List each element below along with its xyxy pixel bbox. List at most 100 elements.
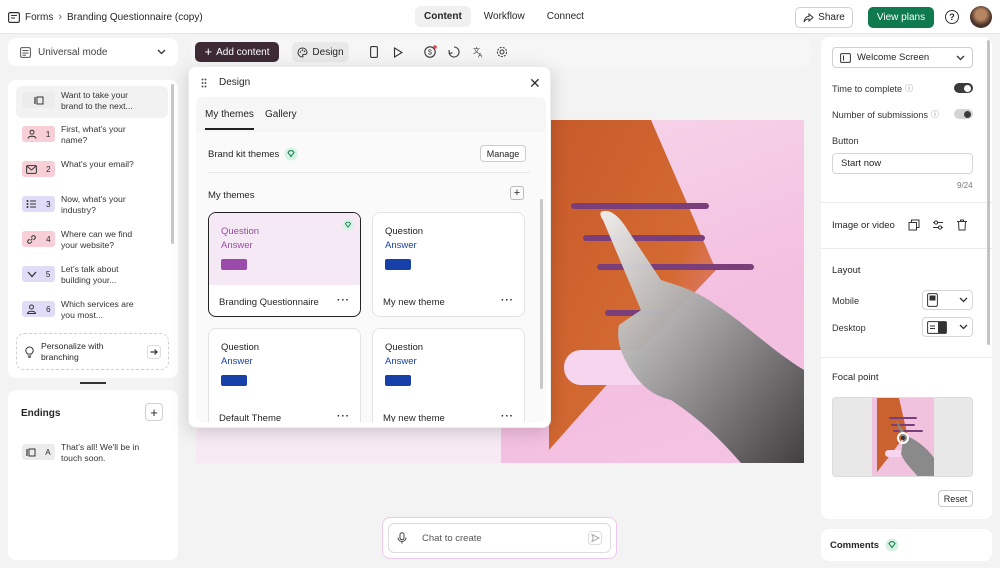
submissions-toggle[interactable] xyxy=(954,109,973,119)
chevron-down-icon xyxy=(157,49,166,55)
more-options-icon[interactable]: ··· xyxy=(501,295,514,306)
tab-connect[interactable]: Connect xyxy=(538,6,593,27)
mobile-preview-icon[interactable] xyxy=(366,44,382,60)
diamond-icon xyxy=(885,538,899,552)
microphone-icon[interactable] xyxy=(397,532,407,544)
theme-card[interactable]: Question Answer My new theme ··· xyxy=(372,328,525,422)
comments-label: Comments xyxy=(830,539,880,551)
divider xyxy=(208,172,530,173)
mode-selector[interactable]: Universal mode xyxy=(8,38,178,66)
divider xyxy=(821,202,992,203)
mobile-label: Mobile xyxy=(832,296,860,306)
translate-icon[interactable]: 文A xyxy=(470,44,486,60)
question-badge: 6 xyxy=(22,301,55,317)
theme-question-sample: Question xyxy=(221,342,260,353)
close-icon[interactable]: ✕ xyxy=(529,75,541,92)
add-theme-button[interactable]: + xyxy=(510,186,524,200)
ending-item[interactable]: A That's all! We'll be in touch soon. xyxy=(16,438,168,470)
comments-panel[interactable]: Comments xyxy=(821,529,992,561)
add-content-button[interactable]: + Add content xyxy=(195,42,279,62)
focal-point-picker[interactable] xyxy=(832,397,973,477)
ending-badge: A xyxy=(22,444,55,460)
send-icon[interactable] xyxy=(588,531,602,545)
desktop-layout-select[interactable] xyxy=(922,317,973,337)
theme-card[interactable]: Question Answer Default Theme ··· xyxy=(208,328,361,422)
panel-resize-handle[interactable] xyxy=(80,382,106,384)
theme-question-sample: Question xyxy=(385,226,424,237)
manage-button[interactable]: Manage xyxy=(480,145,526,162)
forms-icon[interactable] xyxy=(8,11,20,23)
view-plans-button[interactable]: View plans xyxy=(868,7,934,28)
contact-icon xyxy=(27,129,37,139)
active-tab-indicator xyxy=(205,128,254,130)
breadcrumb: Forms › Branding Questionnaire (copy) xyxy=(8,11,203,23)
brand-kit-label: Brand kit themes xyxy=(208,148,280,160)
question-item[interactable]: Want to take your brand to the next... xyxy=(16,86,168,118)
breadcrumb-root[interactable]: Forms xyxy=(25,12,53,23)
design-button[interactable]: Design xyxy=(292,42,349,62)
personalize-branching-button[interactable]: Personalize with branching xyxy=(16,333,169,370)
info-icon: ⓘ xyxy=(905,84,914,93)
adjust-settings-icon[interactable] xyxy=(932,219,944,231)
nav-tabs: Content Workflow Connect xyxy=(415,6,593,27)
mobile-layout-icon xyxy=(927,293,938,307)
drag-handle-icon[interactable] xyxy=(201,78,207,88)
design-scrollbar[interactable] xyxy=(540,199,543,389)
logic-icon[interactable] xyxy=(446,44,462,60)
tab-my-themes[interactable]: My themes xyxy=(205,109,254,120)
tab-workflow[interactable]: Workflow xyxy=(475,6,534,27)
avatar[interactable] xyxy=(970,6,992,28)
theme-card[interactable]: Question Answer My new theme ··· xyxy=(372,212,525,317)
question-badge: 4 xyxy=(22,231,55,247)
design-popover-title: Design xyxy=(219,77,251,88)
question-text: Which services are you most... xyxy=(61,299,134,320)
play-icon[interactable] xyxy=(390,44,406,60)
tab-content[interactable]: Content xyxy=(415,6,471,27)
question-list-scrollbar[interactable] xyxy=(171,84,174,244)
svg-text:A: A xyxy=(478,53,483,59)
question-text: What's your email? xyxy=(61,159,134,169)
question-item[interactable]: 4 Where can we find your website? xyxy=(16,225,168,257)
help-icon[interactable]: ? xyxy=(945,10,959,24)
more-options-icon[interactable]: ··· xyxy=(337,295,350,306)
question-item[interactable]: 6 Which services are you most... xyxy=(16,295,168,327)
question-item[interactable]: 1 First, what's your name? xyxy=(16,120,168,152)
screen-type-select[interactable]: Welcome Screen xyxy=(832,47,973,68)
theme-button-swatch xyxy=(385,375,411,386)
more-options-icon[interactable]: ··· xyxy=(501,411,514,422)
settings-gear-icon[interactable] xyxy=(494,44,510,60)
share-button[interactable]: Share xyxy=(795,7,853,28)
question-item[interactable]: 3 Now, what's your industry? xyxy=(16,190,168,222)
more-options-icon[interactable]: ··· xyxy=(337,411,350,422)
time-to-complete-label: Time to complete ⓘ xyxy=(832,83,914,94)
question-text: Where can we find your website? xyxy=(61,229,133,250)
replace-image-icon[interactable] xyxy=(908,219,920,231)
submissions-label: Number of submissions ⓘ xyxy=(832,109,939,120)
ending-text: That's all! We'll be in touch soon. xyxy=(61,442,140,463)
question-item[interactable]: 5 Let's talk about building your... xyxy=(16,260,168,292)
form-title[interactable]: Branding Questionnaire (copy) xyxy=(67,12,203,23)
dropdown-icon xyxy=(27,271,37,278)
theme-button-swatch xyxy=(385,259,411,270)
time-to-complete-toggle[interactable] xyxy=(954,83,973,93)
reset-button[interactable]: Reset xyxy=(938,490,973,507)
question-item[interactable]: 2 What's your email? xyxy=(16,155,168,187)
divider xyxy=(821,248,992,249)
theme-card[interactable]: Question Answer Branding Questionnaire ··· xyxy=(208,212,361,317)
trash-icon[interactable] xyxy=(956,219,968,231)
payment-icon[interactable]: $ xyxy=(422,44,438,60)
theme-name: My new theme xyxy=(383,413,445,422)
question-text: Want to take your brand to the next... xyxy=(61,90,133,111)
lightbulb-icon xyxy=(25,345,34,358)
mobile-layout-select[interactable] xyxy=(922,290,973,310)
add-ending-button[interactable]: + xyxy=(145,403,163,421)
button-text-input[interactable]: Start now xyxy=(832,153,973,174)
settings-scrollbar[interactable] xyxy=(987,40,990,345)
email-icon xyxy=(26,164,38,174)
question-badge: 1 xyxy=(22,126,55,142)
tab-gallery[interactable]: Gallery xyxy=(265,109,297,120)
palette-icon xyxy=(297,46,308,58)
chat-input[interactable]: Chat to create xyxy=(388,523,611,553)
question-badge xyxy=(22,92,55,108)
form-mode-icon xyxy=(20,46,31,58)
